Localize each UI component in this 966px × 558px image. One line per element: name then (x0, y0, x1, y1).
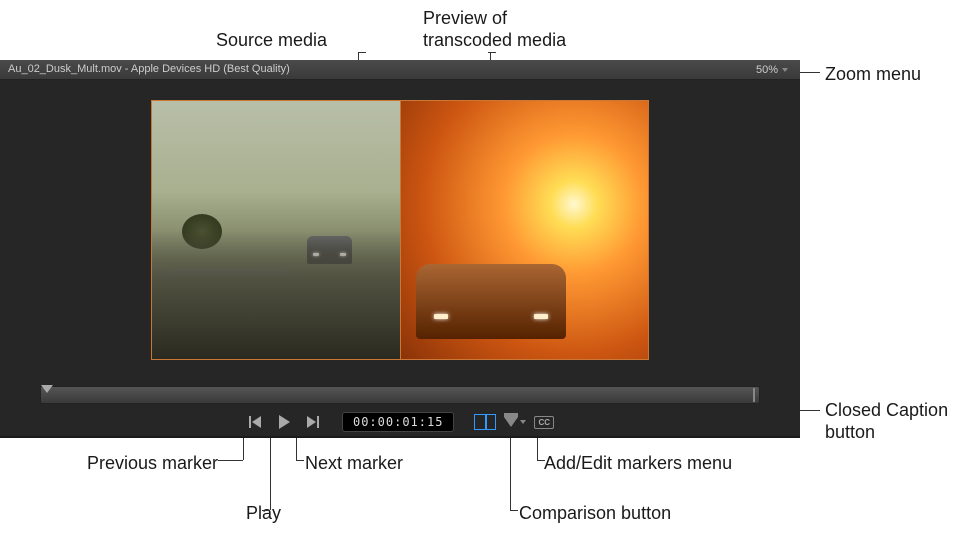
callout-comparison-button: Comparison button (519, 503, 671, 524)
play-icon (277, 415, 291, 429)
playback-controls: 00:00:01:15 CC (40, 410, 760, 434)
skip-back-icon (249, 416, 263, 428)
callout-previous-marker: Previous marker (87, 453, 218, 474)
comparison-button[interactable] (474, 414, 496, 430)
closed-caption-button[interactable]: CC (534, 416, 554, 429)
previous-marker-button[interactable] (246, 413, 266, 431)
preview-area (0, 80, 800, 380)
viewer-title: Au_02_Dusk_Mult.mov - Apple Devices HD (… (8, 63, 290, 76)
viewer-titlebar: Au_02_Dusk_Mult.mov - Apple Devices HD (… (0, 60, 800, 80)
preview-frame[interactable] (151, 100, 649, 360)
zoom-value: 50% (756, 64, 778, 76)
callout-closed-caption: Closed Caption button (825, 400, 948, 443)
playhead-icon[interactable] (41, 385, 53, 393)
timecode-display[interactable]: 00:00:01:15 (342, 412, 454, 432)
transport-bar: 00:00:01:15 CC (0, 380, 800, 436)
source-media-preview (152, 101, 400, 359)
skip-forward-icon (305, 416, 319, 428)
callout-zoom-menu: Zoom menu (825, 64, 921, 85)
callout-add-edit-markers: Add/Edit markers menu (544, 453, 732, 474)
preview-viewer-window: Au_02_Dusk_Mult.mov - Apple Devices HD (… (0, 60, 800, 438)
timeline-scrubber[interactable] (40, 386, 760, 404)
chevron-down-icon (782, 68, 788, 72)
play-button[interactable] (274, 413, 294, 431)
chevron-down-icon (520, 420, 526, 424)
callout-play: Play (246, 503, 281, 524)
timeline-end-icon (753, 388, 757, 402)
zoom-menu[interactable]: 50% (752, 63, 792, 76)
add-edit-markers-menu[interactable] (504, 417, 526, 427)
transcoded-media-preview (400, 101, 648, 359)
callout-preview-transcoded: Preview of transcoded media (423, 8, 566, 51)
callout-next-marker: Next marker (305, 453, 403, 474)
next-marker-button[interactable] (302, 413, 322, 431)
callout-source-media: Source media (216, 30, 327, 51)
marker-icon (504, 417, 518, 427)
